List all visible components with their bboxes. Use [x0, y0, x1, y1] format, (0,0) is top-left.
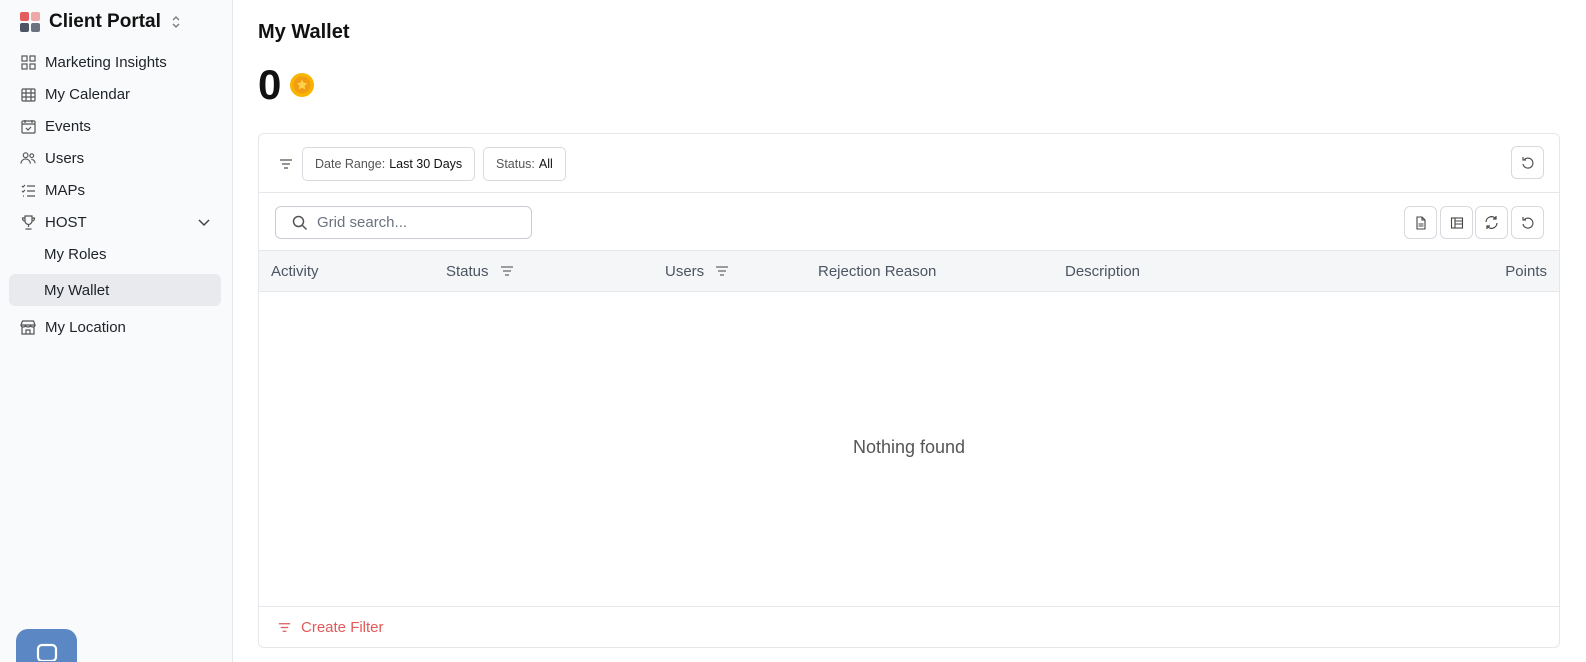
sidebar-item-my-calendar[interactable]: My Calendar [9, 78, 221, 110]
sidebar-item-my-wallet[interactable]: My Wallet [9, 274, 221, 306]
sidebar-item-events[interactable]: Events [9, 110, 221, 142]
sidebar-item-maps[interactable]: MAPs [9, 174, 221, 206]
status-filter-chip[interactable]: Status: All [483, 147, 566, 181]
search-icon [292, 215, 308, 230]
column-label: Users [665, 262, 705, 280]
column-label: Status [446, 262, 489, 280]
column-label: Description [1065, 262, 1141, 280]
grid-icon [20, 54, 36, 70]
chip-key: Status: [496, 157, 535, 171]
grid-footer: Create Filter [259, 606, 1559, 647]
store-icon [20, 319, 36, 335]
sidebar-item-my-roles[interactable]: My Roles [9, 238, 221, 270]
date-range-filter-chip[interactable]: Date Range: Last 30 Days [302, 147, 476, 181]
filter-icon [278, 622, 291, 632]
wallet-grid-panel: Date Range: Last 30 Days Status: All Gri… [258, 133, 1560, 648]
main-content: My Wallet 0 Date Range: Last 30 Days Sta… [233, 0, 1586, 662]
sidebar-item-host[interactable]: HOST [9, 206, 221, 238]
filter-bar: Date Range: Last 30 Days Status: All [259, 134, 1559, 193]
list-check-icon [20, 182, 36, 198]
undo-icon [1521, 156, 1534, 169]
sidebar-item-my-location[interactable]: My Location [9, 311, 221, 343]
columns-button[interactable] [1440, 206, 1473, 239]
column-header-activity[interactable]: Activity [271, 251, 319, 291]
undo-icon [1521, 216, 1534, 229]
export-pdf-button[interactable] [1404, 206, 1437, 239]
column-label: Rejection Reason [818, 262, 937, 280]
create-filter-label: Create Filter [301, 618, 384, 636]
column-header-description[interactable]: Description [1065, 251, 1140, 291]
sidebar-item-label: HOST [45, 213, 87, 231]
wallet-balance: 0 [258, 60, 315, 110]
column-filter-icon[interactable] [499, 263, 515, 279]
sidebar: Client Portal Marketing Insights My Cale… [0, 0, 233, 662]
users-icon [20, 150, 36, 166]
sidebar-item-label: MAPs [45, 181, 86, 199]
table-columns-icon [1450, 216, 1463, 229]
calendar-icon [20, 86, 36, 102]
coin-icon [290, 73, 315, 97]
column-header-users[interactable]: Users [665, 251, 730, 291]
app-title: Client Portal [49, 11, 161, 32]
column-label: Points [1505, 262, 1547, 280]
table-header: Activity Status Users Rejection Reason D… [259, 250, 1559, 292]
filter-icon[interactable] [278, 156, 294, 172]
grid-toolbar [259, 193, 1559, 250]
refresh-button[interactable] [1475, 206, 1508, 239]
reset-filters-button[interactable] [1511, 146, 1544, 179]
create-filter-button[interactable]: Create Filter [277, 607, 384, 647]
sidebar-item-users[interactable]: Users [9, 142, 221, 174]
chevron-down-icon[interactable] [196, 214, 212, 230]
chip-value: Last 30 Days [389, 157, 463, 171]
column-label: Activity [271, 262, 319, 280]
column-header-points[interactable]: Points [1505, 251, 1547, 291]
app-logo-icon [20, 12, 40, 32]
sidebar-item-label: My Roles [44, 245, 107, 263]
sidebar-item-label: My Wallet [44, 281, 110, 299]
trophy-icon [20, 214, 36, 230]
sidebar-item-marketing-insights[interactable]: Marketing Insights [9, 46, 221, 78]
sidebar-item-label: My Location [45, 318, 126, 336]
empty-state-text: Nothing found [852, 437, 966, 457]
refresh-icon [1485, 216, 1498, 229]
sidebar-item-label: Users [45, 149, 85, 167]
empty-state: Nothing found [259, 292, 1559, 603]
reset-grid-button[interactable] [1511, 206, 1544, 239]
chevron-up-down-icon [172, 16, 180, 28]
column-filter-icon[interactable] [714, 263, 730, 279]
chat-button[interactable] [16, 629, 77, 662]
calendar-check-icon [20, 118, 36, 134]
sidebar-item-label: Events [45, 117, 91, 135]
search-input[interactable] [317, 214, 517, 231]
sidebar-nav: Marketing Insights My Calendar Events Us… [9, 46, 221, 343]
chat-icon [36, 643, 58, 661]
sidebar-item-label: My Calendar [45, 85, 131, 103]
sidebar-item-label: Marketing Insights [45, 53, 167, 71]
page-title: My Wallet [258, 21, 350, 43]
chip-value: All [538, 157, 553, 171]
column-header-rejection-reason[interactable]: Rejection Reason [818, 251, 936, 291]
grid-search[interactable] [275, 206, 532, 239]
column-header-status[interactable]: Status [446, 251, 515, 291]
pdf-file-icon [1415, 215, 1426, 230]
balance-value: 0 [258, 61, 282, 108]
app-switcher[interactable]: Client Portal [20, 10, 182, 34]
chip-key: Date Range: [315, 157, 386, 171]
